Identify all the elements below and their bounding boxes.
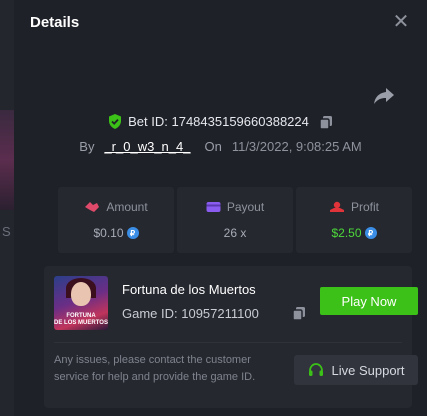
bet-datetime: 11/3/2022, 9:08:25 AM — [231, 139, 362, 154]
stat-value: 26 x — [223, 226, 247, 240]
support-notice: Any issues, please contact the customer … — [54, 354, 256, 383]
profit-icon — [329, 201, 344, 212]
close-icon[interactable]: ✕ — [391, 12, 411, 32]
stat-label: Amount — [106, 200, 148, 214]
bet-meta-row: By _r_0_w3_n_4_ On 11/3/2022, 9:08:25 AM — [14, 139, 427, 154]
stat-value: $0.10 — [93, 226, 124, 240]
copy-icon[interactable] — [292, 306, 306, 320]
headset-icon — [308, 363, 323, 376]
shield-check-icon — [109, 114, 122, 129]
share-icon[interactable] — [373, 86, 395, 106]
game-thumbnail[interactable]: FORTUNA DE LOS MUERTOS — [54, 276, 108, 330]
bet-id: Bet ID: 1748435159660388224 — [128, 114, 309, 129]
play-now-button[interactable]: Play Now — [320, 287, 418, 315]
stat-label: Payout — [226, 200, 265, 214]
stat-label: Profit — [350, 200, 379, 214]
game-card: FORTUNA DE LOS MUERTOS Fortuna de los Mu… — [44, 266, 418, 408]
modal-header: Details ✕ — [14, 0, 427, 44]
details-modal: Details ✕ Bet ID: 1748435159660388224 By… — [14, 0, 427, 416]
game-name[interactable]: Fortuna de los Muertos — [122, 282, 256, 297]
backdrop-text: S — [2, 224, 11, 239]
stat-profit: Profit $2.50 ₽ — [296, 187, 412, 253]
by-label: By — [79, 139, 95, 154]
game-thumbnail-logo: FORTUNA DE LOS MUERTOS — [54, 313, 108, 326]
game-id: Game ID: 10957211100 — [122, 306, 259, 321]
copy-icon[interactable] — [319, 115, 333, 129]
bet-stats: Amount $0.10 ₽ Payout 26 x Profit $2.50 … — [58, 187, 412, 253]
divider — [54, 342, 402, 343]
payout-icon — [206, 202, 221, 212]
backdrop-image — [0, 110, 14, 210]
coin-icon: ₽ — [126, 227, 139, 239]
amount-icon — [85, 202, 100, 212]
live-support-label: Live Support — [331, 362, 405, 378]
on-label: On — [204, 139, 222, 154]
bet-id-row: Bet ID: 1748435159660388224 — [14, 114, 427, 129]
username-link[interactable]: _r_0_w3_n_4_ — [104, 139, 190, 154]
stat-value: $2.50 — [331, 226, 362, 240]
coin-icon: ₽ — [364, 227, 377, 239]
modal-title: Details — [30, 13, 80, 31]
stat-payout: Payout 26 x — [177, 187, 293, 253]
live-support-button[interactable]: Live Support — [294, 355, 418, 385]
stat-amount: Amount $0.10 ₽ — [58, 187, 174, 253]
